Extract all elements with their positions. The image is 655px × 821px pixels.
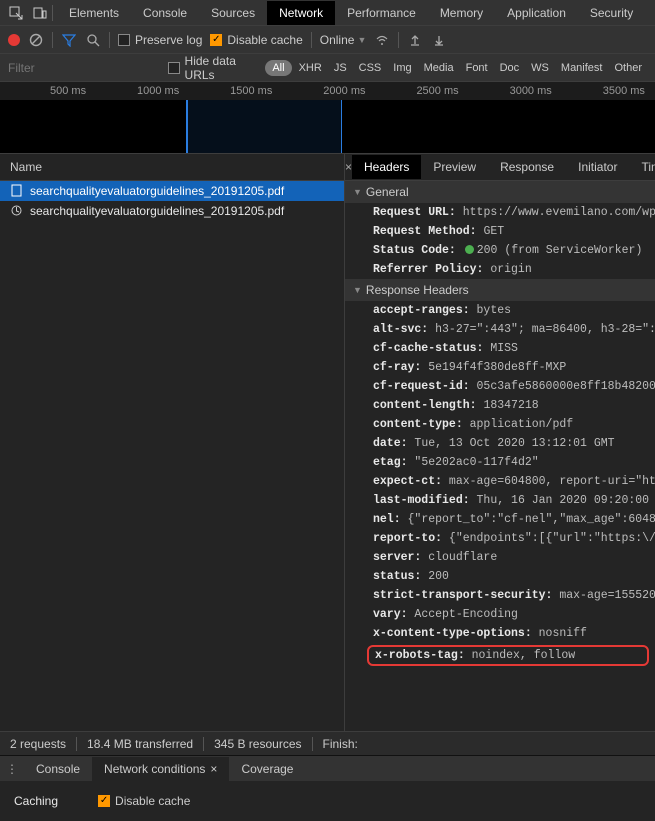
drawer-tab-network-conditions[interactable]: Network conditions× bbox=[92, 757, 229, 781]
status-transferred: 18.4 MB transferred bbox=[87, 737, 193, 751]
header-row: nel: {"report_to":"cf-nel","max_age":604… bbox=[345, 510, 655, 529]
header-row: cf-request-id: 05c3afe5860000e8ff18b4820… bbox=[345, 377, 655, 396]
hide-data-urls-checkbox[interactable]: Hide data URLs bbox=[168, 54, 265, 82]
filter-bar: Hide data URLs AllXHRJSCSSImgMediaFontDo… bbox=[0, 54, 655, 82]
timeline-scrubber[interactable] bbox=[186, 100, 188, 153]
triangle-down-icon: ▼ bbox=[353, 187, 362, 197]
header-row: strict-transport-security: max-age=15552… bbox=[345, 586, 655, 605]
header-row: alt-svc: h3-27=":443"; ma=86400, h3-28="… bbox=[345, 320, 655, 339]
filter-doc[interactable]: Doc bbox=[495, 60, 525, 76]
drawer-body: Caching Disable cache bbox=[0, 781, 655, 821]
tab-console[interactable]: Console bbox=[131, 1, 199, 25]
tab-sources[interactable]: Sources bbox=[199, 1, 267, 25]
column-header-name[interactable]: Name bbox=[0, 154, 344, 181]
request-panel: Name searchqualityevaluatorguidelines_20… bbox=[0, 154, 345, 731]
upload-icon[interactable] bbox=[407, 32, 423, 48]
file-icon bbox=[10, 204, 24, 218]
filter-media[interactable]: Media bbox=[419, 60, 459, 76]
download-icon[interactable] bbox=[431, 32, 447, 48]
filter-css[interactable]: CSS bbox=[354, 60, 387, 76]
detail-tab-initiator[interactable]: Initiator bbox=[566, 155, 629, 179]
search-icon[interactable] bbox=[85, 32, 101, 48]
throttle-select[interactable]: Online ▼ bbox=[320, 33, 367, 47]
request-row[interactable]: searchqualityevaluatorguidelines_2019120… bbox=[0, 181, 344, 201]
clear-icon[interactable] bbox=[28, 32, 44, 48]
main-tabs: ElementsConsoleSourcesNetworkPerformance… bbox=[57, 1, 645, 25]
record-button[interactable] bbox=[8, 34, 20, 46]
chevron-down-icon: ▼ bbox=[357, 35, 366, 45]
preserve-log-checkbox[interactable]: Preserve log bbox=[118, 33, 202, 47]
header-row: accept-ranges: bytes bbox=[345, 301, 655, 320]
filter-input[interactable] bbox=[8, 61, 168, 75]
tab-memory[interactable]: Memory bbox=[428, 1, 495, 25]
header-row: content-length: 18347218 bbox=[345, 396, 655, 415]
file-icon bbox=[10, 184, 24, 198]
drawer-tab-console[interactable]: Console bbox=[24, 757, 92, 781]
tab-application[interactable]: Application bbox=[495, 1, 578, 25]
timeline[interactable]: 500 ms1000 ms1500 ms2000 ms2500 ms3000 m… bbox=[0, 82, 655, 154]
drawer-tab-coverage[interactable]: Coverage bbox=[229, 757, 305, 781]
section-general[interactable]: ▼General bbox=[345, 181, 655, 203]
status-finish: Finish: bbox=[323, 737, 358, 751]
close-icon[interactable]: × bbox=[210, 762, 217, 776]
triangle-down-icon: ▼ bbox=[353, 285, 362, 295]
header-row: status: 200 bbox=[345, 567, 655, 586]
caching-label: Caching bbox=[14, 794, 58, 808]
header-row: vary: Accept-Encoding bbox=[345, 605, 655, 624]
close-icon[interactable]: × bbox=[345, 160, 352, 174]
header-row: cf-cache-status: MISS bbox=[345, 339, 655, 358]
header-row: expect-ct: max-age=604800, report-uri="h… bbox=[345, 472, 655, 491]
header-row: etag: "5e202ac0-117f4d2" bbox=[345, 453, 655, 472]
drawer-disable-cache-checkbox[interactable]: Disable cache bbox=[98, 794, 190, 808]
tab-performance[interactable]: Performance bbox=[335, 1, 428, 25]
inspect-icon[interactable] bbox=[4, 1, 28, 25]
section-response-headers[interactable]: ▼Response Headers bbox=[345, 279, 655, 301]
status-dot-icon bbox=[465, 245, 474, 254]
detail-tab-response[interactable]: Response bbox=[488, 155, 566, 179]
drawer-tabs: ⋮ ConsoleNetwork conditions×Coverage bbox=[0, 755, 655, 781]
network-toolbar: Preserve log Disable cache Online ▼ bbox=[0, 26, 655, 54]
header-row: last-modified: Thu, 16 Jan 2020 09:20:00… bbox=[345, 491, 655, 510]
main-tabbar: ElementsConsoleSourcesNetworkPerformance… bbox=[0, 0, 655, 26]
type-filters: AllXHRJSCSSImgMediaFontDocWSManifestOthe… bbox=[265, 60, 647, 76]
filter-img[interactable]: Img bbox=[388, 60, 416, 76]
status-requests: 2 requests bbox=[10, 737, 66, 751]
filter-icon[interactable] bbox=[61, 32, 77, 48]
header-row: cf-ray: 5e194f4f380de8ff-MXP bbox=[345, 358, 655, 377]
header-row: Referrer Policy: origin bbox=[345, 260, 655, 279]
detail-tab-preview[interactable]: Preview bbox=[421, 155, 488, 179]
header-row: x-content-type-options: nosniff bbox=[345, 624, 655, 643]
filter-xhr[interactable]: XHR bbox=[294, 60, 327, 76]
header-row: Request Method: GET bbox=[345, 222, 655, 241]
header-row: server: cloudflare bbox=[345, 548, 655, 567]
detail-tab-headers[interactable]: Headers bbox=[352, 155, 421, 179]
filter-all[interactable]: All bbox=[265, 60, 291, 76]
disable-cache-checkbox[interactable]: Disable cache bbox=[210, 33, 302, 47]
tab-security[interactable]: Security bbox=[578, 1, 645, 25]
detail-tab-timing[interactable]: Tim bbox=[629, 155, 655, 179]
header-row: x-robots-tag: noindex, follow bbox=[367, 645, 649, 666]
device-icon[interactable] bbox=[28, 1, 52, 25]
request-row[interactable]: searchqualityevaluatorguidelines_2019120… bbox=[0, 201, 344, 221]
tab-network[interactable]: Network bbox=[267, 1, 335, 25]
drawer-menu-icon[interactable]: ⋮ bbox=[0, 761, 24, 777]
status-resources: 345 B resources bbox=[214, 737, 301, 751]
filter-ws[interactable]: WS bbox=[526, 60, 554, 76]
header-row: Request URL: https://www.evemilano.com/w… bbox=[345, 203, 655, 222]
filter-other[interactable]: Other bbox=[609, 60, 647, 76]
details-panel: × HeadersPreviewResponseInitiatorTim ▼Ge… bbox=[345, 154, 655, 731]
header-row: report-to: {"endpoints":[{"url":"https:\… bbox=[345, 529, 655, 548]
header-row: date: Tue, 13 Oct 2020 13:12:01 GMT bbox=[345, 434, 655, 453]
filter-js[interactable]: JS bbox=[329, 60, 352, 76]
header-row: content-type: application/pdf bbox=[345, 415, 655, 434]
wifi-icon[interactable] bbox=[374, 32, 390, 48]
status-bar: 2 requests 18.4 MB transferred 345 B res… bbox=[0, 731, 655, 755]
header-row: Status Code: 200 (from ServiceWorker) bbox=[345, 241, 655, 260]
filter-font[interactable]: Font bbox=[461, 60, 493, 76]
tab-elements[interactable]: Elements bbox=[57, 1, 131, 25]
filter-manifest[interactable]: Manifest bbox=[556, 60, 608, 76]
